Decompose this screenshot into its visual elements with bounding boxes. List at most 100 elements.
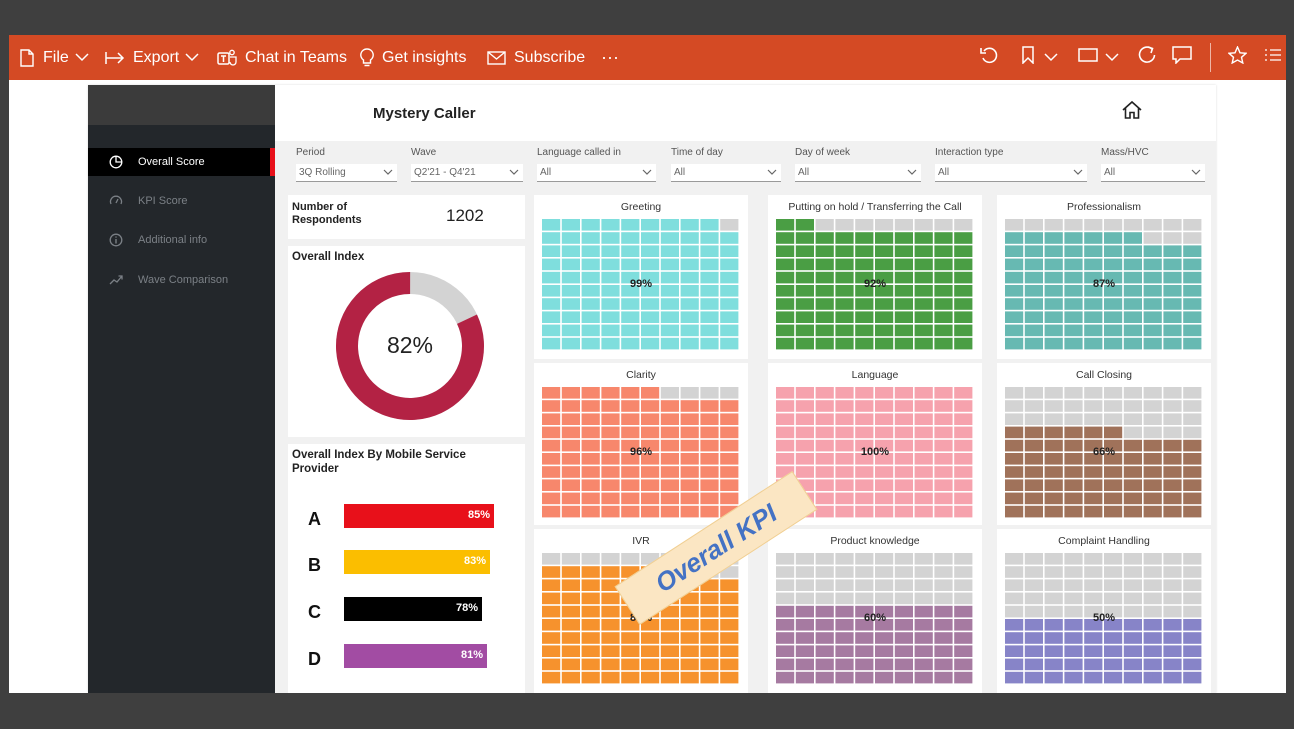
- filter-select[interactable]: 3Q Rolling: [296, 164, 397, 182]
- waffle-cell: [660, 505, 679, 518]
- home-button[interactable]: [1121, 100, 1143, 125]
- waffle-cell: [680, 232, 699, 244]
- more-options-button[interactable]: ···: [601, 35, 619, 80]
- favorite-button[interactable]: [1227, 35, 1248, 80]
- waffle-cell: [680, 505, 699, 518]
- waffle-cell: [894, 258, 913, 271]
- waffle-cell: [1183, 605, 1202, 618]
- waffle-cell: [875, 619, 894, 631]
- waffle-cell: [581, 337, 600, 350]
- filter-label: Day of week: [795, 147, 851, 158]
- filter-select[interactable]: All: [1101, 164, 1205, 182]
- waffle-cell: [1183, 245, 1202, 257]
- waffle-cell: [875, 505, 894, 518]
- waffle-cell: [894, 439, 913, 452]
- waffle-cell: [914, 453, 933, 465]
- refresh-button[interactable]: [1137, 35, 1157, 80]
- waffle-cell: [1064, 566, 1083, 578]
- filter-period[interactable]: Period 3Q Rolling: [296, 147, 397, 182]
- waffle-cell: [720, 492, 739, 505]
- bookmark-menu[interactable]: [1021, 35, 1058, 80]
- chat-in-teams-button[interactable]: Chat in Teams: [217, 35, 347, 80]
- filter-wave[interactable]: Wave Q2'21 - Q4'21: [411, 147, 523, 182]
- waffle-cell: [1064, 387, 1083, 399]
- reset-button[interactable]: [979, 35, 999, 80]
- waffle-cell: [542, 245, 561, 257]
- filter-language-called-in[interactable]: Language called in All: [537, 147, 656, 182]
- view-menu[interactable]: [1078, 35, 1119, 80]
- waffle-cell: [875, 579, 894, 591]
- waffle-cell: [1123, 479, 1142, 491]
- waffle-cell: [1183, 632, 1202, 644]
- filter-day-of-week[interactable]: Day of week All: [795, 147, 921, 182]
- waffle-cell: [954, 285, 973, 297]
- respondents-card: Number of Respondents 1202: [288, 195, 525, 239]
- file-menu[interactable]: File: [19, 35, 89, 80]
- waffle-cell: [581, 592, 600, 605]
- waffle-cell: [875, 466, 894, 478]
- waffle-cell: [1024, 566, 1043, 578]
- waffle-cell: [1104, 324, 1123, 337]
- waffle-cell: [1084, 337, 1103, 350]
- waffle-cell: [1024, 219, 1043, 231]
- waffle-cell: [815, 298, 834, 310]
- waffle-cell: [835, 285, 854, 297]
- waffle-cell: [700, 466, 719, 478]
- waffle-cell: [1064, 426, 1083, 439]
- window-top-border: [0, 0, 1294, 35]
- waffle-cell: [1024, 592, 1043, 605]
- kpi-card: Greeting 99%: [534, 195, 748, 359]
- sidebar-item-additional-info[interactable]: Additional info: [88, 226, 275, 254]
- filter-interaction-type[interactable]: Interaction type All: [935, 147, 1087, 182]
- waffle-cell: [914, 387, 933, 399]
- provider-letter: A: [308, 509, 321, 529]
- waffle-cell: [1044, 619, 1063, 631]
- comments-button[interactable]: [1172, 35, 1192, 80]
- waffle-cell: [561, 505, 580, 518]
- waffle-cell: [601, 553, 620, 565]
- waffle-cell: [894, 671, 913, 684]
- waffle-cell: [875, 492, 894, 505]
- waffle-cell: [1104, 466, 1123, 478]
- waffle-cell: [1104, 505, 1123, 518]
- waffle-cell: [581, 271, 600, 284]
- filter-select[interactable]: Q2'21 - Q4'21: [411, 164, 523, 182]
- waffle-cell: [815, 453, 834, 465]
- waffle-cell: [581, 492, 600, 505]
- waffle-cell: [835, 658, 854, 671]
- get-insights-button[interactable]: Get insights: [360, 35, 466, 80]
- provider-index-card: Overall Index By Mobile Service Provider…: [288, 444, 525, 693]
- waffle-cell: [621, 645, 640, 657]
- sidebar-item-wave-comparison[interactable]: Wave Comparison: [88, 266, 275, 294]
- filter-select[interactable]: All: [935, 164, 1087, 182]
- waffle-cell: [934, 413, 953, 425]
- filter-mass-hvc[interactable]: Mass/HVC All: [1101, 147, 1205, 182]
- waffle-cell: [660, 219, 679, 231]
- waffle-cell: [601, 426, 620, 439]
- waffle-cell: [875, 658, 894, 671]
- waffle-cell: [1123, 553, 1142, 565]
- waffle-cell: [934, 453, 953, 465]
- filter-select[interactable]: All: [537, 164, 656, 182]
- waffle-cell: [835, 453, 854, 465]
- waffle-cell: [720, 579, 739, 591]
- overall-index-card: Overall Index 82%: [288, 246, 525, 437]
- sidebar-item-overall-score[interactable]: Overall Score: [88, 148, 275, 176]
- waffle-cell: [1064, 492, 1083, 505]
- waffle-cell: [1084, 324, 1103, 337]
- waffle-cell: [1163, 219, 1182, 231]
- waffle-cell: [641, 413, 660, 425]
- subscribe-button[interactable]: Subscribe: [487, 35, 585, 80]
- waffle-cell: [1183, 505, 1202, 518]
- filter-select[interactable]: All: [795, 164, 921, 182]
- list-view-button[interactable]: [1264, 35, 1282, 80]
- waffle-cell: [914, 658, 933, 671]
- export-menu[interactable]: Export: [105, 35, 199, 80]
- waffle-cell: [542, 337, 561, 350]
- waffle-cell: [835, 245, 854, 257]
- filter-select[interactable]: All: [671, 164, 781, 182]
- filter-time-of-day[interactable]: Time of day All: [671, 147, 781, 182]
- sidebar-item-kpi-score[interactable]: KPI Score: [88, 187, 275, 215]
- waffle-cell: [954, 466, 973, 478]
- waffle-cell: [1123, 387, 1142, 399]
